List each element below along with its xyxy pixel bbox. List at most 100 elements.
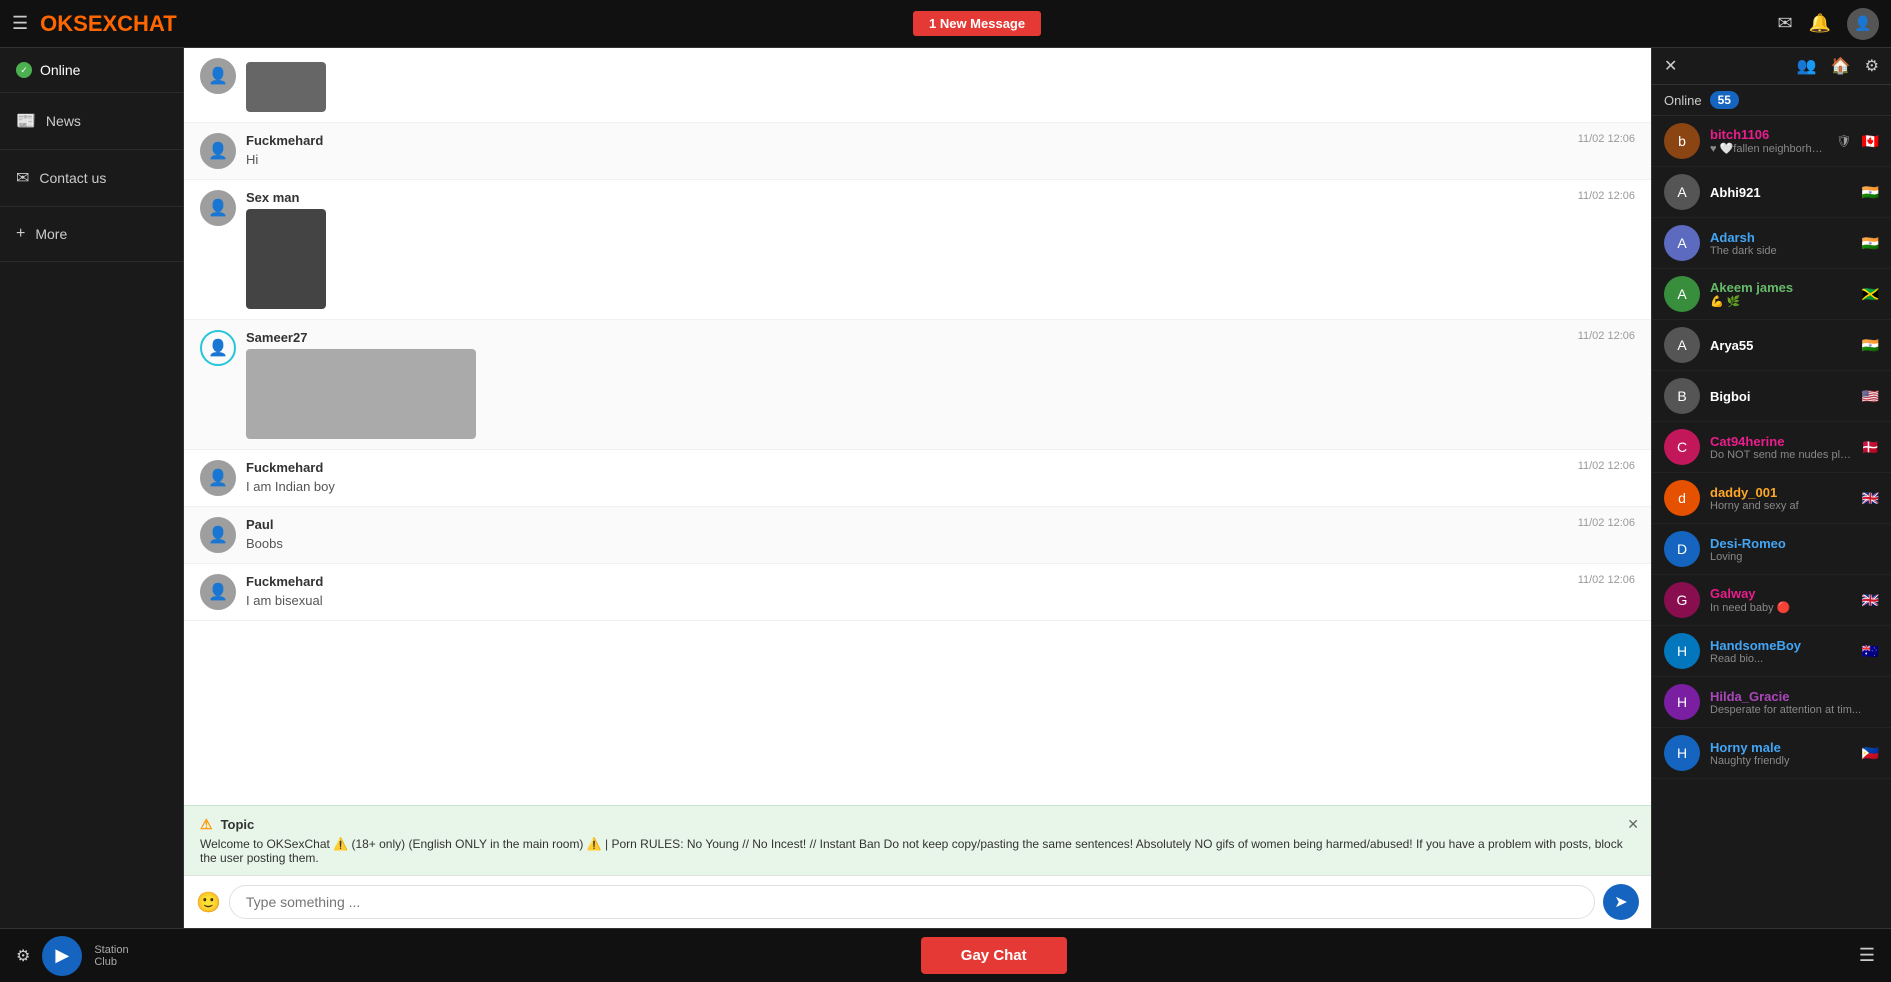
list-item[interactable]: B Bigboi 🇺🇸	[1652, 371, 1891, 422]
list-item[interactable]: A Adarsh The dark side 🇮🇳	[1652, 218, 1891, 269]
message-header: Fuckmehard 11/02 12:06	[246, 460, 1635, 475]
hamburger-icon[interactable]: ☰	[12, 13, 28, 34]
avatar: A	[1664, 174, 1700, 210]
user-info: Galway In need baby 🔴	[1710, 586, 1852, 614]
bell-icon[interactable]: 🔔	[1809, 13, 1831, 34]
avatar: D	[1664, 531, 1700, 567]
user-status: Loving	[1710, 551, 1869, 563]
message-header: Fuckmehard 11/02 12:06	[246, 574, 1635, 589]
list-item[interactable]: C Cat94herine Do NOT send me nudes pleas…	[1652, 422, 1891, 473]
table-row: 👤	[184, 48, 1651, 123]
logo: OKSEXCHAT	[40, 11, 177, 37]
list-item[interactable]: H Horny male Naughty friendly 🇵🇭	[1652, 728, 1891, 779]
chat-input[interactable]	[229, 885, 1595, 919]
user-info: Desi-Romeo Loving	[1710, 536, 1869, 563]
message-username: Sex man	[246, 190, 299, 205]
left-sidebar: Online 📰 News ✉ Contact us + More	[0, 48, 184, 928]
message-content: Fuckmehard 11/02 12:06 I am Indian boy	[246, 460, 1635, 494]
list-item[interactable]: d daddy_001 Horny and sexy af 🇬🇧	[1652, 473, 1891, 524]
settings-right-icon[interactable]: ⚙	[1865, 56, 1879, 76]
online-label: Online	[40, 62, 80, 78]
topic-close-button[interactable]: ✕	[1627, 816, 1639, 833]
user-status: Read bio...	[1710, 653, 1852, 665]
avatar: H	[1664, 633, 1700, 669]
flag-icon: 🇩🇰	[1862, 439, 1879, 456]
send-button[interactable]: ➤	[1603, 884, 1639, 920]
user-info: Horny male Naughty friendly	[1710, 740, 1852, 767]
main-layout: Online 📰 News ✉ Contact us + More 👤	[0, 48, 1891, 928]
message-username: Paul	[246, 517, 273, 532]
username: Galway	[1710, 586, 1852, 601]
mail-icon[interactable]: ✉	[1777, 13, 1792, 34]
avatar: B	[1664, 378, 1700, 414]
header-icons: ✉ 🔔 👤	[1777, 8, 1879, 40]
username: Akeem james	[1710, 280, 1852, 295]
message-content	[246, 58, 1635, 112]
topic-banner: ⚠ Topic Welcome to OKSexChat ⚠️ (18+ onl…	[184, 805, 1651, 875]
list-item[interactable]: b bitch1106 ♥ 🤍fallen neighborhood... 🛡 …	[1652, 116, 1891, 167]
user-list: b bitch1106 ♥ 🤍fallen neighborhood... 🛡 …	[1652, 116, 1891, 928]
message-text: I am Indian boy	[246, 479, 1635, 494]
news-icon: 📰	[16, 111, 36, 131]
flag-icon: 🇮🇳	[1862, 184, 1879, 201]
user-info: Bigboi	[1710, 389, 1852, 404]
list-item[interactable]: A Abhi921 🇮🇳	[1652, 167, 1891, 218]
list-item[interactable]: H HandsomeBoy Read bio... 🇦🇺	[1652, 626, 1891, 677]
message-time: 11/02 12:06	[1578, 460, 1635, 475]
right-close-button[interactable]: ✕	[1664, 56, 1677, 76]
sidebar-item-online[interactable]: Online	[0, 48, 183, 93]
home-icon[interactable]: 🏠	[1831, 56, 1851, 76]
avatar: 👤	[200, 517, 236, 553]
table-row: 👤 Sex man 11/02 12:06	[184, 180, 1651, 320]
username: Desi-Romeo	[1710, 536, 1869, 551]
message-header: Sex man 11/02 12:06	[246, 190, 1635, 205]
more-label: More	[35, 226, 67, 242]
chat-area: 👤 👤 Fuckmehard 11/02 12:06 Hi 👤	[184, 48, 1651, 928]
shield-icon: 🛡	[1836, 134, 1851, 148]
emoji-button[interactable]: 🙂	[196, 890, 221, 915]
topic-title: Topic	[221, 817, 255, 832]
avatar: G	[1664, 582, 1700, 618]
contact-icon: ✉	[16, 168, 29, 188]
right-sidebar-header: ✕ 👥 🏠 ⚙	[1652, 48, 1891, 85]
online-dot-icon	[16, 62, 32, 78]
username: daddy_001	[1710, 485, 1852, 500]
message-time: 11/02 12:06	[1578, 133, 1635, 148]
table-row: 👤 Fuckmehard 11/02 12:06 I am Indian boy	[184, 450, 1651, 507]
message-time: 11/02 12:06	[1578, 517, 1635, 532]
menu-icon[interactable]: ☰	[1859, 945, 1875, 966]
gay-chat-button[interactable]: Gay Chat	[921, 937, 1067, 974]
message-content: Sameer27 11/02 12:06	[246, 330, 1635, 439]
play-button[interactable]: ▶	[42, 936, 82, 976]
message-username: Fuckmehard	[246, 460, 323, 475]
user-info: Cat94herine Do NOT send me nudes please!	[1710, 434, 1852, 461]
avatar: A	[1664, 276, 1700, 312]
users-icon[interactable]: 👥	[1797, 56, 1817, 76]
bottom-right: ☰	[1859, 945, 1875, 966]
list-item[interactable]: G Galway In need baby 🔴 🇬🇧	[1652, 575, 1891, 626]
message-content: Sex man 11/02 12:06	[246, 190, 1635, 309]
list-item[interactable]: D Desi-Romeo Loving	[1652, 524, 1891, 575]
flag-icon: 🇬🇧	[1862, 592, 1879, 609]
list-item[interactable]: A Arya55 🇮🇳	[1652, 320, 1891, 371]
message-text: Boobs	[246, 536, 1635, 551]
equalizer-icon[interactable]: ⚙	[16, 946, 30, 966]
user-avatar[interactable]: 👤	[1847, 8, 1879, 40]
sidebar-item-more[interactable]: + More	[0, 207, 183, 262]
new-message-button[interactable]: 1 New Message	[913, 11, 1041, 36]
avatar: 👤	[200, 460, 236, 496]
header-center: 1 New Message	[189, 11, 1766, 36]
flag-icon: 🇮🇳	[1862, 235, 1879, 252]
list-item[interactable]: H Hilda_Gracie Desperate for attention a…	[1652, 677, 1891, 728]
user-info: bitch1106 ♥ 🤍fallen neighborhood...	[1710, 127, 1826, 155]
username: Adarsh	[1710, 230, 1852, 245]
station-label-top: Station	[94, 944, 128, 956]
list-item[interactable]: A Akeem james 💪 🌿 🇯🇲	[1652, 269, 1891, 320]
sidebar-item-news[interactable]: 📰 News	[0, 93, 183, 150]
message-text: Hi	[246, 152, 1635, 167]
sidebar-item-contact[interactable]: ✉ Contact us	[0, 150, 183, 207]
table-row: 👤 Fuckmehard 11/02 12:06 I am bisexual	[184, 564, 1651, 621]
avatar: 👤	[200, 190, 236, 226]
user-info: Arya55	[1710, 338, 1852, 353]
right-icons: 👥 🏠 ⚙	[1797, 56, 1879, 76]
